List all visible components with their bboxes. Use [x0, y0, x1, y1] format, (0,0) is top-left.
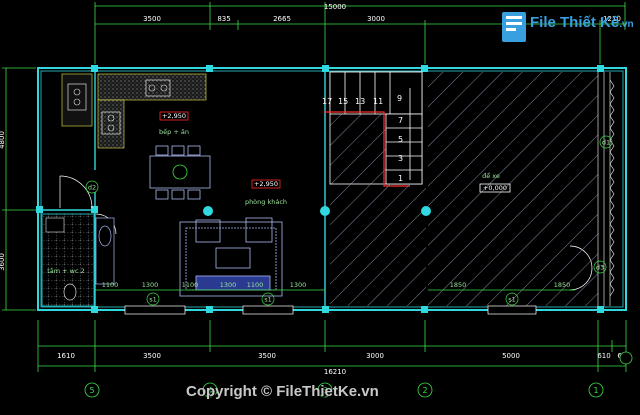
- dim-bottom-seg: 3000: [366, 352, 384, 360]
- dim-bottom-seg: 1610: [57, 352, 75, 360]
- level-kitchen: +2,950: [162, 112, 186, 120]
- dim-top-seg-4: 3000: [367, 15, 385, 23]
- logo-ext: .vn: [619, 19, 634, 30]
- stair-number: 7: [398, 116, 403, 125]
- door-tag: d2: [88, 184, 96, 192]
- door-tag: s1: [264, 296, 272, 304]
- floor-plan: 15000 3500 835 2665 3000 1210 4800 3600: [0, 2, 633, 398]
- dim-inner: 1300: [142, 281, 159, 289]
- drawing-canvas: 15000 3500 835 2665 3000 1210 4800 3600: [0, 0, 640, 415]
- dim-top-seg-2: 835: [217, 15, 230, 23]
- dim-bottom-seg: 3500: [143, 352, 161, 360]
- dim-bottom-overall: 16210: [324, 368, 346, 376]
- door-tag: d3: [596, 264, 604, 272]
- door-tag: s1: [508, 296, 516, 304]
- kitchen-counter: [61, 73, 207, 149]
- dim-inner: 1100: [182, 281, 199, 289]
- dim-top-overall: 15000: [324, 3, 346, 11]
- dim-inner: 1850: [450, 281, 467, 289]
- room-label-living: phòng khách: [245, 198, 287, 206]
- logo-text: File Thiết Kế.vn: [530, 14, 634, 31]
- axis-label: 2: [422, 386, 427, 395]
- dim-left-2: 3600: [0, 253, 6, 271]
- stair-number: 15: [338, 97, 348, 106]
- axis-label: 5: [89, 386, 94, 395]
- axis-tag: d1: [602, 139, 610, 147]
- room-label-kitchen: bếp + ăn: [159, 128, 189, 136]
- dim-top-seg-3: 2665: [273, 15, 291, 23]
- axis-label: 1: [593, 386, 598, 395]
- dim-bottom-seg: 5000: [502, 352, 520, 360]
- copyright-watermark: Copyright © FileThietKe.vn: [186, 383, 379, 400]
- level-parking: +0,000: [483, 184, 507, 192]
- dim-inner: 1300: [290, 281, 307, 289]
- dimension-chain-bottom: [37, 320, 627, 372]
- dim-inner: 1100: [102, 281, 119, 289]
- door-tag: s1: [149, 296, 157, 304]
- stair-number: 5: [398, 135, 403, 144]
- stair-number: 17: [322, 97, 332, 106]
- stair-number: 13: [355, 97, 365, 106]
- stair-number: 1: [398, 174, 403, 183]
- dining-table: [149, 145, 211, 200]
- dim-bottom-seg: 3500: [258, 352, 276, 360]
- dim-inner: 1850: [554, 281, 571, 289]
- dim-inner: 1100: [247, 281, 264, 289]
- dimension-chain-left: [2, 67, 36, 311]
- level-living: +2,950: [254, 180, 278, 188]
- room-label-parking: để xe: [482, 171, 500, 180]
- logo-name: File Thiết Kế: [530, 14, 620, 31]
- room-label-wc: tắm + wc 2: [47, 266, 85, 275]
- stair-number: 3: [398, 154, 403, 163]
- staircase: [324, 71, 423, 187]
- dim-top-seg-1: 3500: [143, 15, 161, 23]
- bathroom: [41, 213, 115, 307]
- stair-number: 11: [373, 97, 383, 106]
- dim-left-1: 4800: [0, 131, 6, 149]
- dim-inner: 1300: [220, 281, 237, 289]
- parking-hatch: [428, 72, 598, 306]
- parking-hatch-lower: [330, 184, 426, 306]
- stair-number: 9: [397, 94, 402, 103]
- dim-bottom-seg: 610: [597, 352, 610, 360]
